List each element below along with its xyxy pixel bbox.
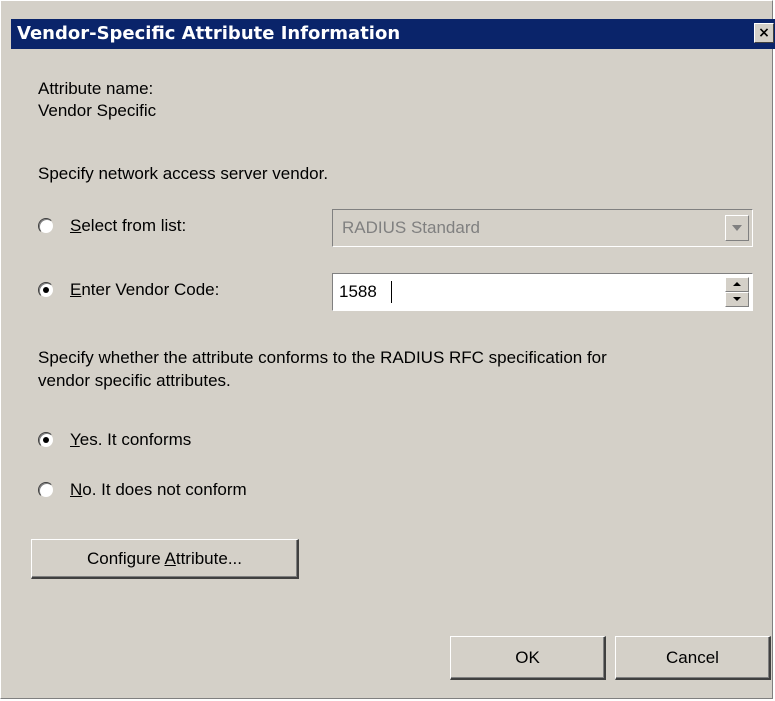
cancel-button[interactable]: Cancel bbox=[615, 636, 771, 680]
vendor-list-value: RADIUS Standard bbox=[342, 218, 480, 237]
dropdown-arrow-icon[interactable] bbox=[725, 215, 749, 241]
window-title: Vendor-Specific Attribute Information bbox=[17, 23, 401, 44]
enter-vendor-code-radio[interactable] bbox=[38, 282, 54, 298]
attribute-name-label: Attribute name: bbox=[38, 79, 154, 98]
vendor-code-spinbox[interactable]: 1588 bbox=[332, 273, 753, 311]
yes-conforms-radio[interactable] bbox=[38, 432, 54, 448]
text-cursor bbox=[391, 281, 392, 303]
radio-dot-icon bbox=[43, 437, 49, 443]
yes-conforms-label[interactable]: Yes. It conforms bbox=[70, 430, 191, 450]
enter-vendor-code-label[interactable]: Enter Vendor Code: bbox=[70, 280, 219, 300]
spin-up-arrow-icon[interactable] bbox=[725, 277, 749, 292]
close-icon: × bbox=[758, 25, 770, 41]
title-bar[interactable]: Vendor-Specific Attribute Information × bbox=[11, 19, 775, 49]
close-button[interactable]: × bbox=[754, 23, 774, 43]
vendor-list-combo[interactable]: RADIUS Standard bbox=[332, 209, 753, 247]
vendor-code-input[interactable]: 1588 bbox=[339, 282, 377, 302]
select-from-list-radio[interactable] bbox=[38, 218, 54, 234]
no-conform-radio[interactable] bbox=[38, 482, 54, 498]
configure-attribute-button[interactable]: Configure Attribute... bbox=[31, 539, 299, 579]
dialog-window: Vendor-Specific Attribute Information × … bbox=[0, 0, 775, 699]
conformance-prompt-line1: Specify whether the attribute conforms t… bbox=[38, 348, 607, 367]
ok-button[interactable]: OK bbox=[450, 636, 606, 680]
spin-down-arrow-icon[interactable] bbox=[725, 292, 749, 307]
attribute-name-value: Vendor Specific bbox=[38, 101, 157, 120]
conformance-prompt-line2: vendor specific attributes. bbox=[38, 371, 231, 390]
select-from-list-label[interactable]: Select from list: bbox=[70, 216, 186, 236]
no-conform-label[interactable]: No. It does not conform bbox=[70, 480, 247, 500]
vendor-prompt: Specify network access server vendor. bbox=[38, 164, 329, 183]
radio-dot-icon bbox=[43, 287, 49, 293]
